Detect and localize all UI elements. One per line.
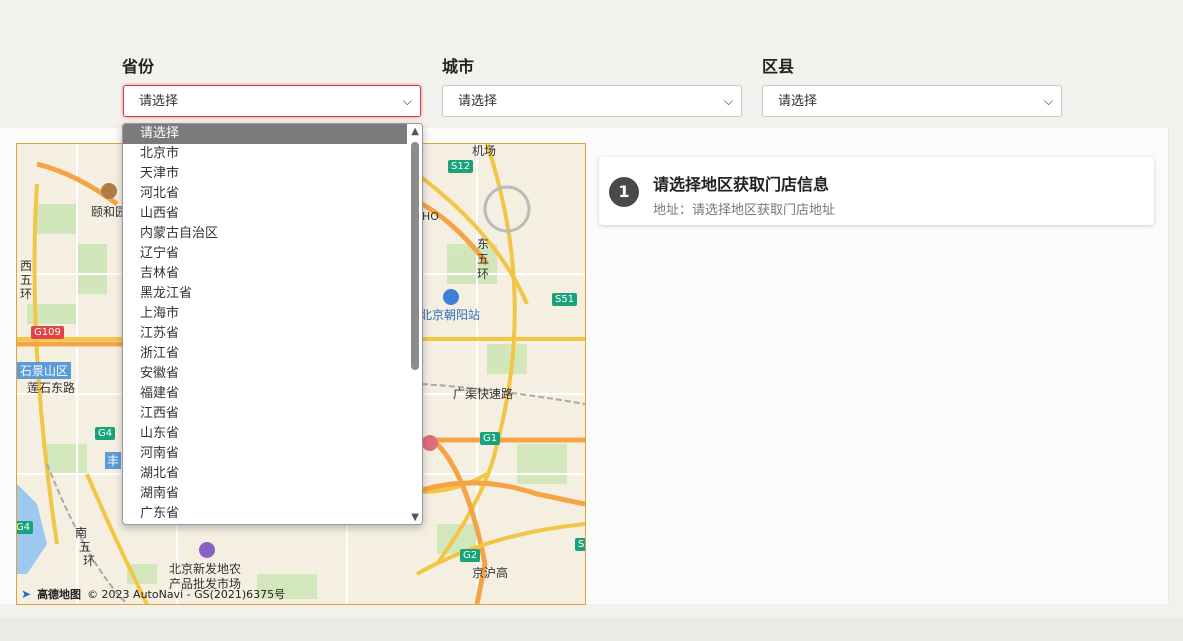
province-option-list: 请选择 北京市 天津市 河北省 山西省 内蒙古自治区 辽宁省 吉林省 黑龙江省 上海市 江苏省 浙江省… bbox=[123, 124, 422, 524]
shield-g4: G4 bbox=[95, 427, 116, 440]
scroll-down-icon[interactable]: ▼ bbox=[411, 512, 419, 523]
map-label-xiwuhuan-3: 环 bbox=[20, 287, 33, 301]
shield-g109: G109 bbox=[31, 326, 64, 339]
province-option[interactable]: 内蒙古自治区 bbox=[123, 224, 422, 244]
province-option[interactable]: 黑龙江省 bbox=[123, 284, 422, 304]
district-select-value: 请选择 bbox=[778, 94, 818, 109]
province-label: 省份 bbox=[122, 57, 155, 76]
dropdown-scrollbar[interactable]: ▲ ▼ bbox=[408, 124, 422, 524]
map-label-lianshi: 莲石东路 bbox=[27, 381, 76, 395]
map-label-chaoyang-station: 北京朝阳站 bbox=[420, 308, 481, 322]
city-select-value: 请选择 bbox=[458, 94, 498, 109]
province-option[interactable]: 安徽省 bbox=[123, 364, 422, 384]
province-option[interactable]: 辽宁省 bbox=[123, 244, 422, 264]
chevron-down-icon: ⌵ bbox=[402, 94, 412, 108]
map-label-shijingshan: 石景山区 bbox=[17, 362, 72, 379]
province-option[interactable]: 天津市 bbox=[123, 164, 422, 184]
province-option[interactable]: 山西省 bbox=[123, 204, 422, 224]
scroll-up-icon[interactable]: ▲ bbox=[411, 126, 419, 137]
map-attribution: ➤ 高德地图 © 2023 AutoNavi - GS(2021)6375号 bbox=[21, 586, 285, 602]
map-brand: 高德地图 bbox=[37, 588, 82, 601]
map-label-dongwuhuan-3: 环 bbox=[477, 267, 490, 281]
shield-g1: G1 bbox=[480, 432, 501, 445]
map-label-jichang: 机场 bbox=[472, 144, 497, 158]
province-option[interactable]: 河北省 bbox=[123, 184, 422, 204]
shield-g4-edge: G4 bbox=[17, 521, 34, 534]
bottom-bar bbox=[0, 617, 1183, 641]
map-label-guangqu: 广渠快速路 bbox=[453, 387, 514, 401]
province-option[interactable]: 广东省 bbox=[123, 504, 422, 524]
district-label: 区县 bbox=[762, 57, 795, 76]
province-option[interactable]: 江苏省 bbox=[123, 324, 422, 344]
province-option[interactable]: 请选择 bbox=[123, 124, 407, 144]
shield-g2: G2 bbox=[460, 549, 481, 562]
store-card: 1 请选择地区获取门店信息 地址：请选择地区获取门店地址 bbox=[599, 157, 1154, 225]
province-option[interactable]: 河南省 bbox=[123, 444, 422, 464]
province-option[interactable]: 福建省 bbox=[123, 384, 422, 404]
store-index-badge: 1 bbox=[609, 177, 639, 207]
filter-bar: 省份 城市 区县 请选择 ⌵ 请选择 ⌵ 请选择 ⌵ bbox=[0, 0, 1183, 128]
province-option[interactable]: 湖南省 bbox=[123, 484, 422, 504]
province-option[interactable]: 吉林省 bbox=[123, 264, 422, 284]
scrollbar-thumb[interactable] bbox=[411, 142, 419, 370]
store-address: 地址：请选择地区获取门店地址 bbox=[653, 203, 836, 218]
city-select[interactable]: 请选择 ⌵ bbox=[442, 85, 742, 117]
province-option[interactable]: 浙江省 bbox=[123, 344, 422, 364]
map-copyright: © 2023 AutoNavi - GS(2021)6375号 bbox=[87, 588, 286, 601]
province-option[interactable]: 上海市 bbox=[123, 304, 422, 324]
chevron-down-icon: ⌵ bbox=[1043, 94, 1053, 108]
province-select-value: 请选择 bbox=[139, 94, 179, 109]
province-dropdown[interactable]: 请选择 北京市 天津市 河北省 山西省 内蒙古自治区 辽宁省 吉林省 黑龙江省 上海市 江苏省 浙江省… bbox=[122, 123, 423, 525]
store-title: 请选择地区获取门店信息 bbox=[653, 175, 830, 194]
province-select[interactable]: 请选择 ⌵ bbox=[123, 85, 421, 117]
chevron-down-icon: ⌵ bbox=[723, 94, 733, 108]
shield-s12: S12 bbox=[448, 160, 474, 173]
city-label: 城市 bbox=[442, 57, 475, 76]
province-option[interactable]: 山东省 bbox=[123, 424, 422, 444]
map-label-nanwuhuan-3: 环 bbox=[83, 554, 96, 568]
province-option[interactable]: 北京市 bbox=[123, 144, 422, 164]
map-label-fragment: HO bbox=[422, 210, 439, 223]
navigation-arrow-icon: ➤ bbox=[21, 587, 32, 601]
province-option[interactable]: 湖北省 bbox=[123, 464, 422, 484]
shield-s51: S51 bbox=[552, 293, 578, 306]
map-label-jingshen: 京沪高 bbox=[472, 566, 509, 580]
district-select[interactable]: 请选择 ⌵ bbox=[762, 85, 1062, 117]
province-option[interactable]: 江西省 bbox=[123, 404, 422, 424]
map-label-feng: 丰 bbox=[105, 452, 122, 469]
shield-s-edge: S bbox=[575, 538, 585, 551]
